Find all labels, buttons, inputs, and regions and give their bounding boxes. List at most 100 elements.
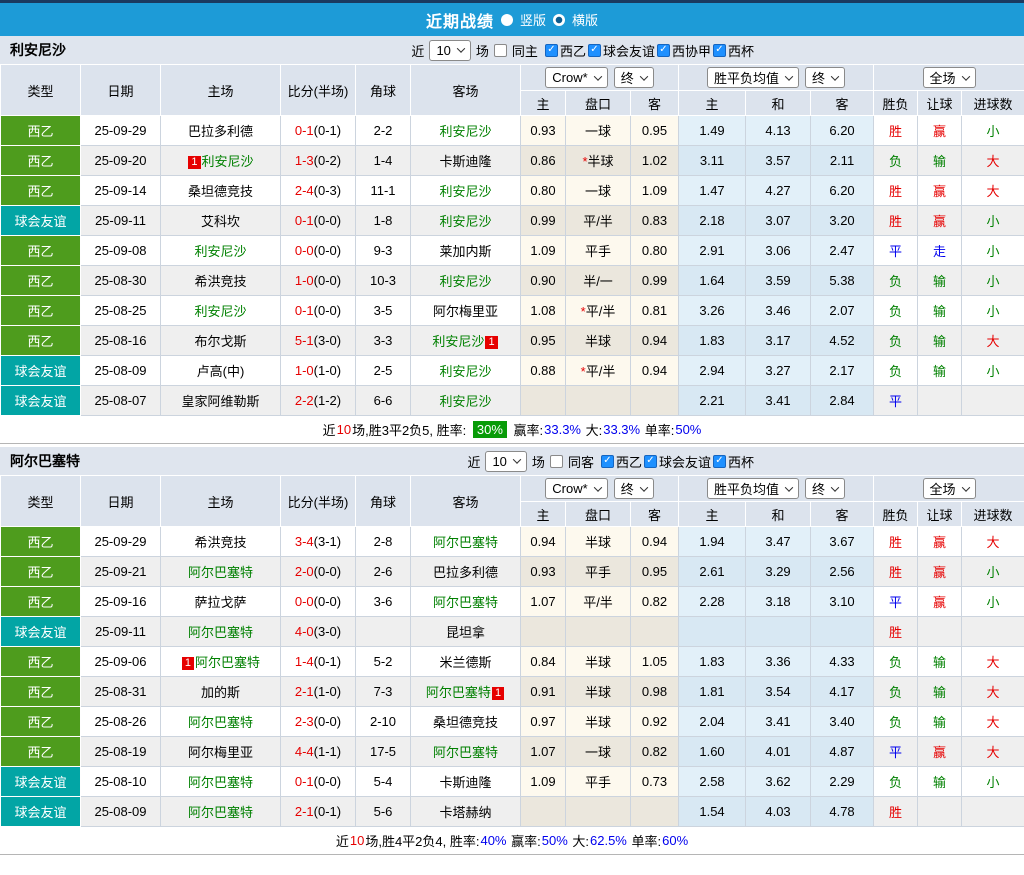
- corner-count: 2-8: [356, 527, 411, 557]
- same-side-checkbox[interactable]: [494, 44, 507, 57]
- match-count-select[interactable]: 10: [429, 40, 470, 61]
- match-date: 25-09-29: [81, 527, 161, 557]
- same-side-label[interactable]: 同客: [568, 452, 594, 471]
- halftime-score: (1-0): [314, 363, 341, 378]
- goals-result: 大: [962, 326, 1024, 356]
- league-label[interactable]: 西乙: [560, 41, 586, 60]
- home-odds: 1.08: [521, 296, 566, 326]
- chevron-down-icon: [593, 483, 601, 491]
- fulltime-score: 2-1: [295, 684, 314, 699]
- home-mean-odds: 3.11: [679, 146, 746, 176]
- away-odds: 0.94: [631, 326, 679, 356]
- summary-segment: 62.5%: [590, 833, 627, 848]
- league-filter-item: ✓西杯: [713, 452, 754, 471]
- handicap-result: 走: [918, 236, 962, 266]
- handicap: 平手: [566, 236, 631, 266]
- away-odds: 0.81: [631, 296, 679, 326]
- score: 1-4(0-1): [281, 647, 356, 677]
- league-filter-item: ✓西乙: [601, 452, 642, 471]
- league-checkbox[interactable]: ✓: [601, 455, 614, 468]
- away-team: 利安尼沙: [411, 356, 521, 386]
- league-label[interactable]: 西协甲: [672, 41, 711, 60]
- team-label: 巴拉多利德: [433, 565, 498, 580]
- corner-count: 2-10: [356, 707, 411, 737]
- result-outcome: 平: [874, 386, 918, 416]
- draw-mean-odds: 3.06: [746, 236, 811, 266]
- summary-segment: 10: [337, 422, 351, 437]
- games-label: 场: [476, 41, 489, 60]
- handicap: 平/半: [566, 587, 631, 617]
- goals-result: 小: [962, 206, 1024, 236]
- match-count-select[interactable]: 10: [485, 451, 526, 472]
- match-row: 西乙25-08-30希洪竞技1-0(0-0)10-3利安尼沙0.90半/一0.9…: [1, 266, 1024, 296]
- col-score: 比分(半场): [281, 476, 356, 527]
- away-mean-odds: 6.20: [811, 116, 874, 146]
- corner-count: 2-2: [356, 116, 411, 146]
- league-checkbox[interactable]: ✓: [657, 44, 670, 57]
- result-outcome: 负: [874, 266, 918, 296]
- team-label: 利安尼沙: [194, 244, 246, 259]
- league-checkbox[interactable]: ✓: [713, 44, 726, 57]
- mean-term-select[interactable]: 终: [805, 478, 845, 499]
- same-side-label[interactable]: 同主: [512, 41, 538, 60]
- summary-segment: 大:: [582, 420, 602, 439]
- horizontal-layout-radio[interactable]: [553, 14, 565, 26]
- team-name-2: 阿尔巴塞特: [0, 451, 80, 471]
- away-team: 阿尔梅里亚: [411, 296, 521, 326]
- league-label[interactable]: 西杯: [728, 452, 754, 471]
- vertical-layout-radio[interactable]: [501, 14, 513, 26]
- league-label[interactable]: 球会友谊: [603, 41, 655, 60]
- halftime-score: (0-2): [314, 153, 341, 168]
- mean-term-select[interactable]: 终: [805, 67, 845, 88]
- league-filter-list: ✓西乙✓球会友谊✓西协甲✓西杯: [543, 40, 754, 60]
- corner-count: 3-6: [356, 587, 411, 617]
- fulltime-select[interactable]: 全场: [923, 478, 976, 499]
- goals-result: 大: [962, 647, 1024, 677]
- away-mean-odds: 2.07: [811, 296, 874, 326]
- odds-group-header: Crow* 终: [521, 476, 679, 502]
- league-checkbox[interactable]: ✓: [588, 44, 601, 57]
- sub-home-odds: 主: [521, 502, 566, 527]
- away-odds: 1.05: [631, 647, 679, 677]
- league-label[interactable]: 西杯: [728, 41, 754, 60]
- score: 0-1(0-0): [281, 767, 356, 797]
- summary-segment: 33.3%: [603, 422, 640, 437]
- red-card-badge: 1: [485, 336, 497, 349]
- same-side-checkbox[interactable]: [550, 455, 563, 468]
- league-checkbox[interactable]: ✓: [545, 44, 558, 57]
- filter-row-1: 利安尼沙 近 10 场 同主 ✓西乙✓球会友谊✓西协甲✓西杯: [0, 36, 1024, 64]
- goals-result: [962, 797, 1024, 827]
- odds-term-select[interactable]: 终: [614, 67, 654, 88]
- horizontal-layout-label[interactable]: 横版: [572, 10, 598, 29]
- summary-segment: 50%: [542, 833, 568, 848]
- odds-term-select[interactable]: 终: [614, 478, 654, 499]
- match-type: 西乙: [1, 236, 81, 266]
- corner-count: 1-8: [356, 206, 411, 236]
- team-label: 希洪竞技: [194, 274, 246, 289]
- odds-company-select[interactable]: Crow*: [545, 67, 607, 88]
- mean-select[interactable]: 胜平负均值: [707, 67, 799, 88]
- league-label[interactable]: 西乙: [616, 452, 642, 471]
- sub-result: 胜负: [874, 91, 918, 116]
- league-checkbox[interactable]: ✓: [713, 455, 726, 468]
- league-label[interactable]: 球会友谊: [659, 452, 711, 471]
- handicap-label: 半/一: [583, 274, 613, 289]
- odds-company-select[interactable]: Crow*: [545, 478, 607, 499]
- summary-segment: 60%: [662, 833, 688, 848]
- draw-mean-odds: 3.17: [746, 326, 811, 356]
- league-filter-item: ✓西协甲: [657, 41, 711, 60]
- corner-count: 1-4: [356, 146, 411, 176]
- summary-segment: 30%: [473, 421, 507, 438]
- score: 0-0(0-0): [281, 587, 356, 617]
- away-team: 昆坦拿: [411, 617, 521, 647]
- fulltime-select[interactable]: 全场: [923, 67, 976, 88]
- home-mean-odds: [679, 617, 746, 647]
- mean-select[interactable]: 胜平负均值: [707, 478, 799, 499]
- halftime-score: (1-2): [314, 393, 341, 408]
- halftime-score: (0-0): [314, 564, 341, 579]
- score: 3-4(3-1): [281, 527, 356, 557]
- red-card-badge: 1: [188, 156, 200, 169]
- league-checkbox[interactable]: ✓: [644, 455, 657, 468]
- vertical-layout-label[interactable]: 竖版: [520, 10, 546, 29]
- home-team: 布尔戈斯: [161, 326, 281, 356]
